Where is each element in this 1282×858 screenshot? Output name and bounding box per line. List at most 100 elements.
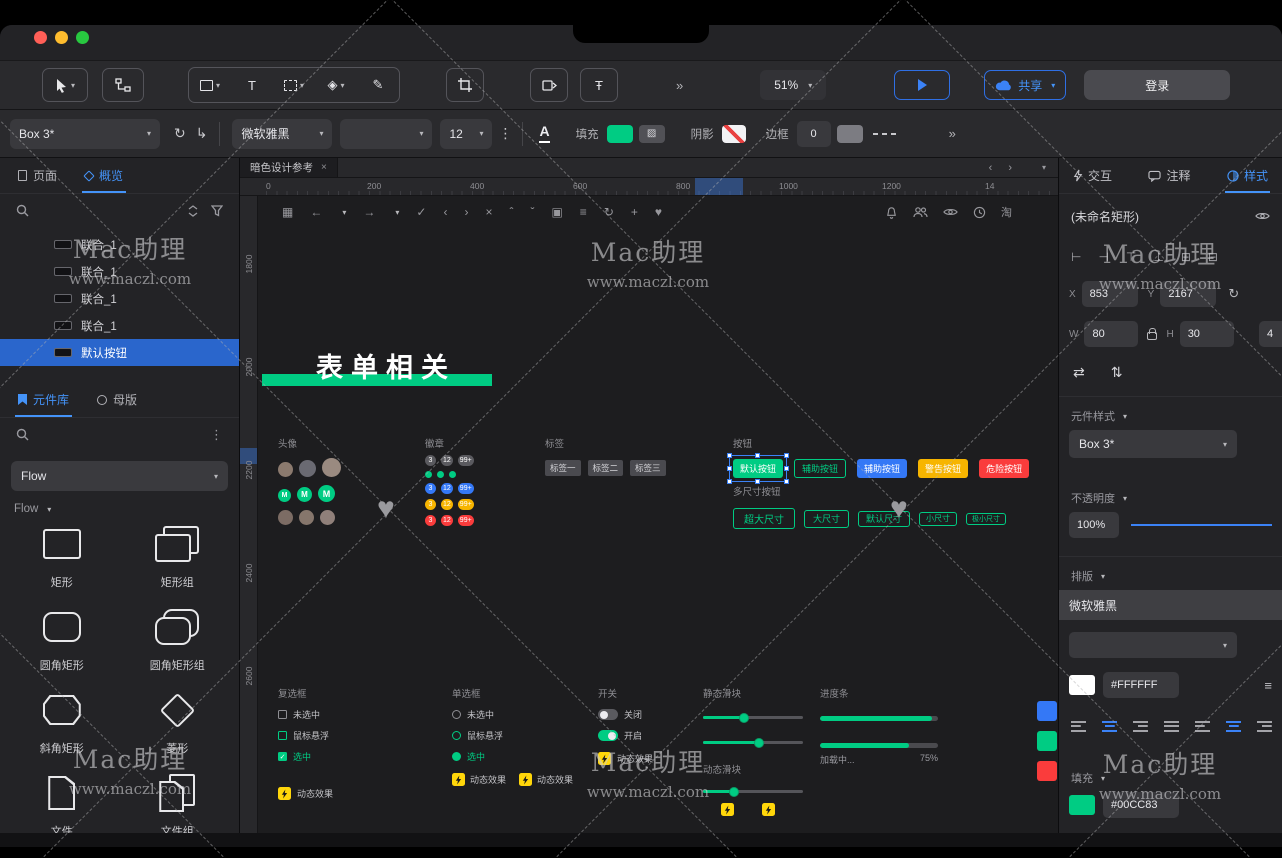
align-left-icon[interactable]: ⊢ [1071, 250, 1081, 264]
prev-tab-icon[interactable]: ‹ [989, 162, 993, 174]
canvas-button-warning[interactable]: 警告按钮 [918, 459, 968, 478]
tab-overview[interactable]: 概览 [85, 158, 123, 193]
text-tool[interactable]: T [231, 68, 273, 102]
horizontal-ruler[interactable]: 0 200 400 600 800 1000 1200 14 [240, 178, 1058, 196]
frame-tool[interactable]: ▾ [273, 68, 315, 102]
add-icon[interactable]: + [631, 205, 638, 219]
update-style-icon[interactable]: ↻ [174, 125, 186, 142]
component-diamond[interactable]: 菱形 [165, 689, 190, 756]
badge[interactable]: 3 [425, 455, 436, 466]
typography-section[interactable]: 排版 ▾ [1071, 568, 1105, 584]
opacity-input[interactable]: 100% [1069, 512, 1119, 538]
close-icon[interactable]: × [485, 205, 492, 219]
distribute-h-icon[interactable]: ⊞ [1181, 250, 1191, 264]
forward-icon[interactable]: › [464, 205, 468, 219]
tab-list-icon[interactable]: ▾ [1042, 163, 1046, 172]
switch-fx-item[interactable]: 动态效果 [598, 752, 653, 765]
preview-play-button[interactable] [894, 70, 950, 100]
share-button[interactable]: 共享 ▾ [984, 70, 1066, 100]
tab-component-library[interactable]: 元件库 [18, 382, 69, 417]
y-input[interactable]: 2167 [1160, 281, 1216, 307]
insert-image-tool[interactable] [530, 68, 568, 102]
fill-image-swatch[interactable]: ▨ [639, 125, 665, 143]
avatar[interactable] [278, 462, 293, 477]
widget-style-select[interactable]: Box 3* ▾ [1069, 430, 1237, 458]
canvas-section-title[interactable]: 表单相关 [316, 346, 456, 385]
radio-item[interactable]: 选中 [452, 750, 573, 763]
search-icon[interactable] [16, 204, 29, 217]
component-file-group[interactable]: 文件组 [159, 772, 195, 833]
dot-badge[interactable] [437, 471, 444, 478]
close-window-button[interactable] [34, 31, 47, 44]
tree-item[interactable]: 联合_1 [0, 231, 239, 258]
clipped-input[interactable]: 4 [1259, 321, 1282, 347]
crop-tool[interactable] [446, 68, 484, 102]
text-color-button[interactable]: A [539, 124, 549, 142]
eye-icon[interactable] [943, 207, 958, 217]
menu-icon[interactable]: ≡ [580, 205, 587, 219]
slider-fx-row[interactable] [703, 803, 803, 816]
canvas-button-secondary[interactable]: 辅助按钮 [794, 459, 846, 478]
chevron-down-icon[interactable]: ▾ [395, 208, 399, 217]
fullscreen-window-button[interactable] [76, 31, 89, 44]
layers-tool[interactable]: ◈▾ [315, 68, 357, 102]
check-icon[interactable]: ✓ [416, 205, 426, 219]
next-tab-icon[interactable]: › [1008, 162, 1012, 174]
border-width-input[interactable]: 0 [797, 121, 831, 147]
avatar-initial[interactable]: M [278, 489, 291, 502]
dot-badge[interactable] [449, 471, 456, 478]
font-size-select[interactable]: 12 ▾ [440, 119, 492, 149]
panel-font-family-select[interactable]: 微软雅黑 [1059, 590, 1282, 620]
avatar[interactable] [320, 510, 335, 525]
vertical-align-top-icon[interactable] [1195, 721, 1210, 732]
font-family-select[interactable]: 微软雅黑 ▾ [232, 119, 332, 149]
library-kit-select[interactable]: Flow ▾ [11, 461, 228, 491]
bell-icon[interactable] [885, 206, 898, 219]
static-slider[interactable] [703, 716, 803, 719]
height-input[interactable]: 30 [1180, 321, 1234, 347]
badge[interactable]: 99+ [458, 455, 474, 466]
tab-interactions[interactable]: 交互 [1073, 158, 1112, 193]
color-swatch-blue[interactable] [1037, 701, 1057, 721]
widget-style-select[interactable]: Box 3* ▾ [10, 119, 160, 149]
avatar[interactable] [322, 458, 341, 477]
aspect-lock-icon[interactable] [1147, 332, 1157, 340]
more-options-icon[interactable]: ⋮ [210, 427, 223, 443]
props-overflow-icon[interactable]: » [949, 126, 957, 141]
flip-vertical-icon[interactable]: ⇅ [1111, 364, 1123, 381]
zoom-select[interactable]: 51% ▾ [760, 70, 826, 100]
rectangle-tool[interactable]: ▾ [189, 68, 231, 102]
x-input[interactable]: 853 [1082, 281, 1138, 307]
toolbar-overflow-icon[interactable]: » [676, 78, 684, 93]
avatar[interactable] [299, 510, 314, 525]
history-clock-icon[interactable] [973, 206, 986, 219]
back-icon[interactable]: ‹ [443, 205, 447, 219]
design-canvas[interactable]: ▦ ← ▾ → ▾ ✓ ‹ › × ˆ ˇ ▣ ≡ ↻ + [258, 196, 1058, 833]
tab-masters[interactable]: 母版 [97, 382, 137, 417]
text-style-icon[interactable]: ≡ [1264, 678, 1272, 693]
width-input[interactable]: 80 [1084, 321, 1138, 347]
down-icon[interactable]: ˇ [530, 205, 534, 219]
refresh-icon[interactable]: ↻ [604, 205, 614, 219]
widget-style-section[interactable]: 元件样式 ▾ [1071, 408, 1127, 424]
vertical-align-bottom-icon[interactable] [1257, 721, 1272, 732]
switch-on-item[interactable]: 开启 [598, 729, 653, 742]
select-tool[interactable]: ▾ [42, 68, 88, 102]
opacity-slider[interactable] [1131, 524, 1272, 526]
align-bottom-icon[interactable]: ⊥ [1153, 250, 1163, 264]
tree-item-selected[interactable]: 默认按钮 [0, 339, 239, 366]
align-right-icon[interactable]: ⊣ [1098, 250, 1108, 264]
tag[interactable]: 标签二 [588, 460, 624, 476]
taobao-icon[interactable]: 淘 [1001, 204, 1012, 220]
shadow-none-swatch[interactable] [722, 125, 746, 143]
tag[interactable]: 标签一 [545, 460, 581, 476]
fill-color-swatch[interactable] [1069, 795, 1095, 815]
radio-item[interactable]: 未选中 [452, 708, 573, 721]
canvas-button-sm[interactable]: 小尺寸 [919, 512, 957, 526]
fill-section[interactable]: 填充 ▾ [1071, 770, 1105, 786]
opacity-section[interactable]: 不透明度 ▾ [1071, 490, 1127, 506]
slider-knob[interactable] [729, 787, 739, 797]
up-icon[interactable]: ˆ [509, 205, 513, 219]
typography-tool[interactable]: Ŧ [580, 68, 618, 102]
progress-bar-loading[interactable] [820, 743, 938, 748]
